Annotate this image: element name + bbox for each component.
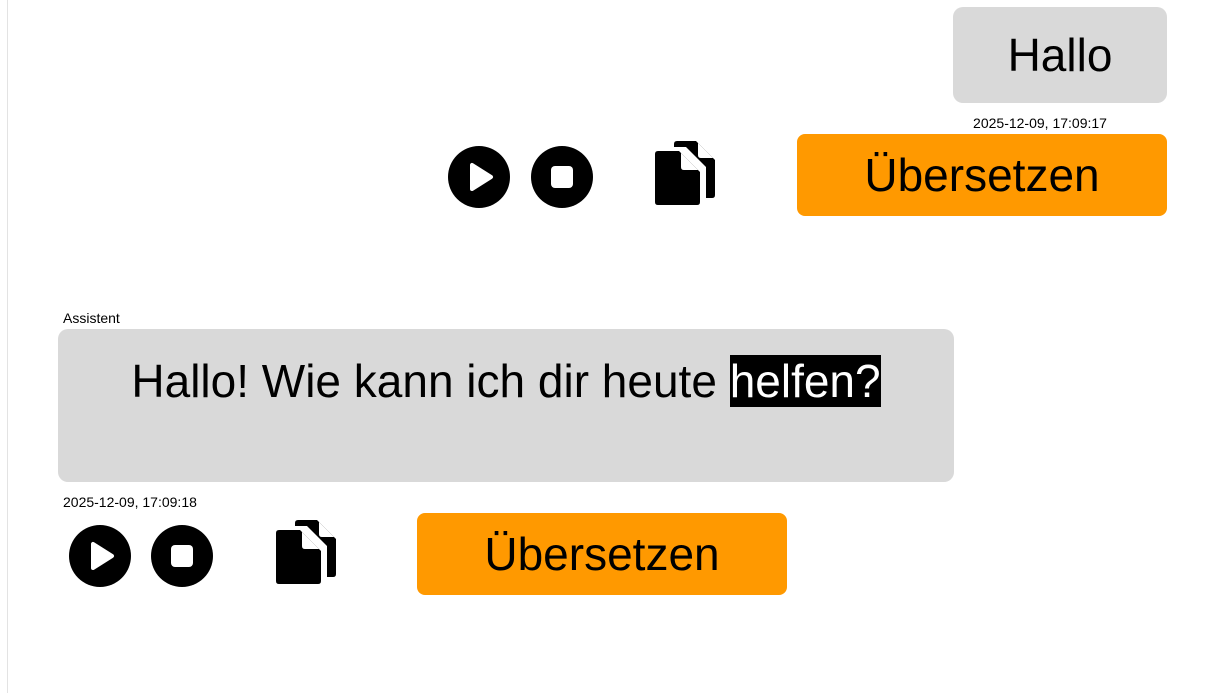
play-icon — [91, 542, 114, 570]
assistant-message-text: Hallo! Wie kann ich dir heute helfen? — [58, 353, 954, 409]
copy-icon — [655, 141, 715, 205]
assistant-translate-button[interactable]: Übersetzen — [417, 513, 787, 595]
assistant-message-bubble: Hallo! Wie kann ich dir heute helfen? — [58, 329, 954, 482]
assistant-copy-button[interactable] — [276, 519, 338, 585]
user-translate-button[interactable]: Übersetzen — [797, 134, 1167, 216]
user-copy-button[interactable] — [655, 140, 717, 206]
stop-icon — [551, 166, 573, 188]
assistant-message-text-highlighted: helfen? — [729, 355, 881, 407]
user-message-timestamp: 2025-12-09, 17:09:17 — [973, 115, 1107, 131]
assistant-stop-button[interactable] — [151, 525, 213, 587]
user-play-button[interactable] — [448, 146, 510, 208]
left-divider — [7, 0, 8, 693]
copy-icon — [276, 520, 336, 584]
assistant-role-label: Assistent — [63, 310, 120, 326]
assistant-message-timestamp: 2025-12-09, 17:09:18 — [63, 494, 197, 510]
chat-page: Hallo 2025-12-09, 17:09:17 Übersetzen As… — [0, 0, 1211, 693]
stop-icon — [171, 545, 193, 567]
play-icon — [470, 163, 493, 191]
user-stop-button[interactable] — [531, 146, 593, 208]
assistant-message-text-plain: Hallo! Wie kann ich dir heute — [131, 355, 730, 407]
assistant-play-button[interactable] — [69, 525, 131, 587]
user-message-text: Hallo — [1007, 29, 1113, 81]
user-message-bubble: Hallo — [953, 7, 1167, 103]
